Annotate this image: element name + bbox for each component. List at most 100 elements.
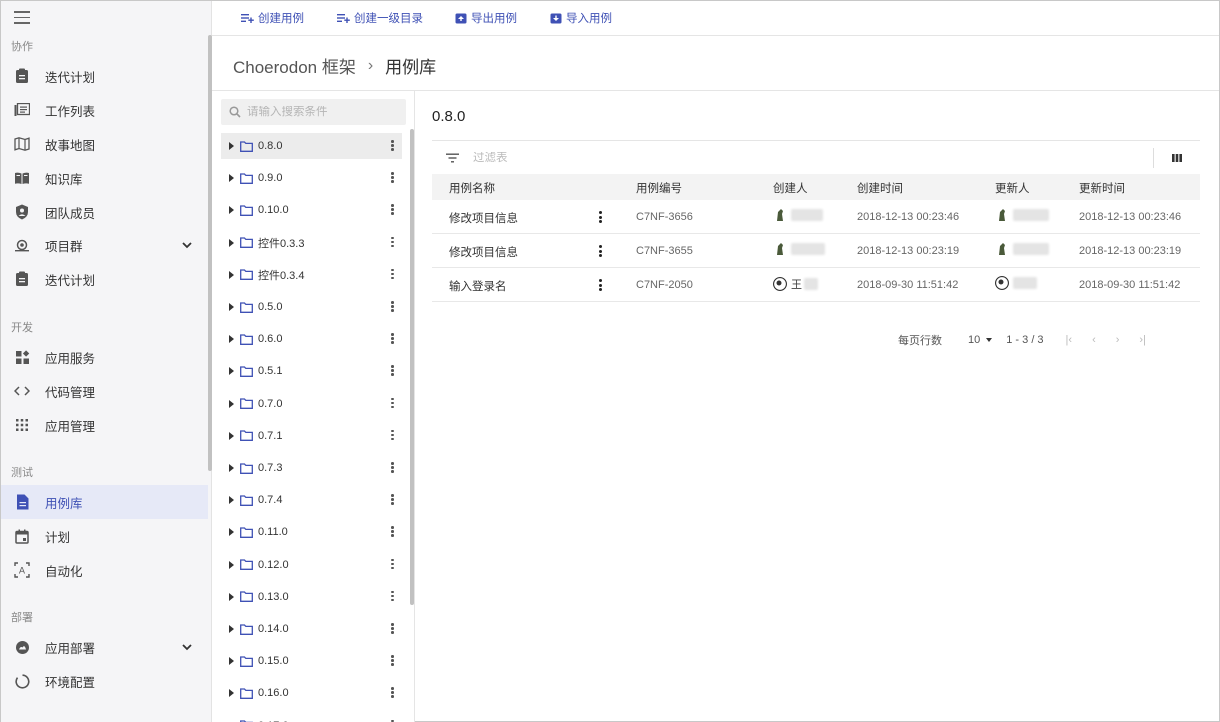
- col-header-updater[interactable]: 更新人: [995, 180, 1030, 196]
- expand-arrow-icon[interactable]: [229, 238, 234, 247]
- case-name[interactable]: 修改项目信息: [449, 210, 518, 226]
- chevron-down-icon[interactable]: [180, 238, 194, 252]
- expand-arrow-icon[interactable]: [229, 399, 234, 408]
- table-row[interactable]: 修改项目信息 C7NF-3656 2018-12-13 00:23:46 201…: [432, 200, 1200, 234]
- tree-folder-item[interactable]: 0.7.4: [221, 487, 402, 513]
- sidebar-item-code-management[interactable]: 代码管理: [1, 374, 208, 408]
- expand-arrow-icon[interactable]: [229, 625, 234, 633]
- export-cases-button[interactable]: 导出用例: [455, 10, 517, 26]
- create-case-button[interactable]: 创建用例: [241, 10, 304, 26]
- row-more-icon[interactable]: [599, 279, 602, 291]
- more-options-icon[interactable]: [391, 590, 394, 603]
- tree-folder-item[interactable]: 0.15.0: [221, 648, 402, 674]
- more-options-icon[interactable]: [391, 236, 394, 249]
- row-more-icon[interactable]: [599, 211, 602, 223]
- expand-arrow-icon[interactable]: [229, 142, 234, 150]
- sidebar-item-environment[interactable]: 环境配置: [1, 664, 208, 698]
- table-row[interactable]: 修改项目信息 C7NF-3655 2018-12-13 00:23:19 201…: [432, 234, 1200, 268]
- row-more-icon[interactable]: [599, 245, 602, 257]
- tree-folder-item[interactable]: 0.11.0: [221, 519, 402, 545]
- tree-folder-item[interactable]: 0.16.0: [221, 680, 402, 706]
- prev-page-button[interactable]: ‹: [1092, 334, 1096, 346]
- sidebar-item-project-group[interactable]: 项目群: [1, 228, 208, 262]
- more-options-icon[interactable]: [391, 365, 394, 377]
- sidebar-item-iteration-plan[interactable]: 迭代计划: [1, 59, 208, 93]
- sidebar-item-app-management[interactable]: 应用管理: [1, 408, 208, 442]
- more-options-icon[interactable]: [391, 429, 394, 442]
- table-filter-input[interactable]: [473, 152, 627, 164]
- more-options-icon[interactable]: [391, 172, 394, 184]
- sidebar-item-story-map[interactable]: 故事地图: [1, 127, 208, 161]
- table-row[interactable]: 输入登录名 C7NF-2050 王 2018-09-30 11:51:42 20…: [432, 268, 1200, 302]
- more-options-icon[interactable]: [391, 333, 394, 345]
- col-header-creator[interactable]: 创建人: [773, 180, 808, 196]
- tree-folder-item[interactable]: 0.5.0: [221, 294, 402, 320]
- import-cases-button[interactable]: 导入用例: [550, 10, 612, 26]
- sidebar-item-team-members[interactable]: 团队成员: [1, 195, 208, 229]
- tree-folder-item[interactable]: 0.9.0: [221, 165, 402, 191]
- more-options-icon[interactable]: [391, 558, 394, 571]
- menu-icon[interactable]: [14, 11, 30, 25]
- more-options-icon[interactable]: [391, 494, 394, 506]
- chevron-down-icon[interactable]: [180, 640, 194, 654]
- col-header-number[interactable]: 用例编号: [636, 180, 682, 196]
- tree-search-box[interactable]: [221, 99, 406, 125]
- tree-folder-item[interactable]: 0.8.0: [221, 133, 402, 159]
- expand-arrow-icon[interactable]: [229, 464, 234, 472]
- sidebar-item-plan[interactable]: 计划: [1, 519, 208, 553]
- page-size-select[interactable]: 10: [968, 334, 993, 346]
- tree-folder-item[interactable]: 0.7.3: [221, 455, 402, 481]
- expand-arrow-icon[interactable]: [229, 592, 234, 601]
- expand-arrow-icon[interactable]: [229, 270, 234, 279]
- more-options-icon[interactable]: [391, 204, 394, 216]
- case-name[interactable]: 修改项目信息: [449, 244, 518, 260]
- expand-arrow-icon[interactable]: [229, 657, 234, 666]
- tree-folder-item[interactable]: 0.5.1: [221, 358, 402, 384]
- more-options-icon[interactable]: [391, 301, 394, 313]
- tree-folder-item[interactable]: 0.17.0: [221, 713, 402, 722]
- sidebar-item-iteration-plan-2[interactable]: 迭代计划: [1, 262, 208, 296]
- expand-arrow-icon[interactable]: [229, 174, 234, 183]
- tree-folder-item[interactable]: 0.6.0: [221, 326, 402, 352]
- more-options-icon[interactable]: [391, 655, 394, 667]
- tree-folder-item[interactable]: 0.7.0: [221, 391, 402, 417]
- sidebar-item-work-list[interactable]: 工作列表: [1, 93, 208, 127]
- tree-folder-item[interactable]: 0.14.0: [221, 616, 402, 642]
- case-name[interactable]: 输入登录名: [449, 278, 507, 294]
- expand-arrow-icon[interactable]: [229, 335, 234, 344]
- create-directory-button[interactable]: 创建一级目录: [337, 10, 423, 26]
- expand-arrow-icon[interactable]: [229, 431, 234, 440]
- tree-folder-item[interactable]: 0.10.0: [221, 197, 402, 223]
- next-page-button[interactable]: ›: [1116, 334, 1120, 346]
- tree-folder-item[interactable]: 控件0.3.4: [221, 262, 402, 288]
- expand-arrow-icon[interactable]: [229, 528, 234, 537]
- expand-arrow-icon[interactable]: [229, 496, 234, 505]
- breadcrumb-project[interactable]: Choerodon 框架: [233, 53, 356, 78]
- sidebar-item-knowledge[interactable]: 知识库: [1, 161, 208, 195]
- more-options-icon[interactable]: [391, 526, 394, 538]
- tree-folder-item[interactable]: 0.13.0: [221, 584, 402, 610]
- column-settings-button[interactable]: [1153, 148, 1200, 168]
- more-options-icon[interactable]: [391, 462, 394, 474]
- tree-scrollbar[interactable]: [410, 129, 414, 605]
- tree-search-input[interactable]: [247, 106, 397, 118]
- col-header-updated[interactable]: 更新时间: [1079, 180, 1125, 196]
- col-header-name[interactable]: 用例名称: [449, 180, 495, 196]
- tree-folder-item[interactable]: 0.12.0: [221, 552, 402, 578]
- first-page-button[interactable]: |‹: [1066, 334, 1073, 346]
- last-page-button[interactable]: ›|: [1139, 334, 1146, 346]
- tree-folder-item[interactable]: 控件0.3.3: [221, 230, 402, 256]
- more-options-icon[interactable]: [391, 623, 394, 635]
- sidebar-item-automation[interactable]: A 自动化: [1, 553, 208, 587]
- sidebar-item-case-library[interactable]: 用例库: [1, 485, 208, 519]
- more-options-icon[interactable]: [391, 140, 394, 152]
- col-header-created[interactable]: 创建时间: [857, 180, 903, 196]
- filter-icon[interactable]: [446, 153, 459, 163]
- more-options-icon[interactable]: [391, 268, 394, 281]
- expand-arrow-icon[interactable]: [229, 689, 234, 698]
- sidebar-item-app-deploy[interactable]: 应用部署: [1, 630, 208, 664]
- more-options-icon[interactable]: [391, 397, 394, 410]
- expand-arrow-icon[interactable]: [229, 367, 234, 376]
- expand-arrow-icon[interactable]: [229, 206, 234, 215]
- expand-arrow-icon[interactable]: [229, 303, 234, 311]
